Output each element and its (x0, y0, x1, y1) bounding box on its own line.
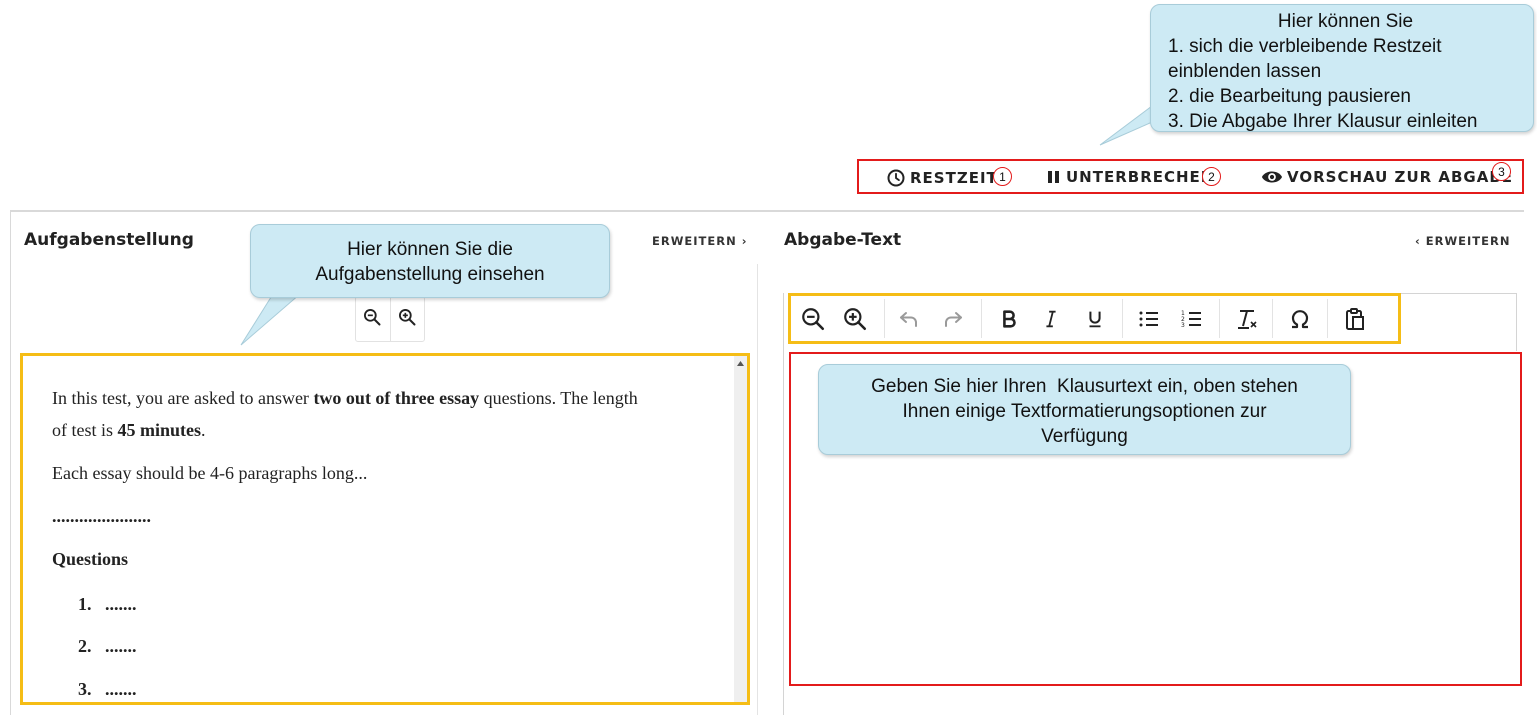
question-item: 2. ....... (78, 636, 137, 656)
paste-icon (1346, 308, 1364, 330)
top-callout: Hier können Sie 1. sich die verbleibende… (1150, 4, 1534, 132)
task-paragraph: Each essay should be 4-6 paragraphs long… (52, 463, 368, 483)
undo-icon (900, 312, 917, 327)
bullet-list-icon (1139, 311, 1158, 327)
top-callout-line: 2. die Bearbeitung pausieren (1168, 86, 1411, 107)
editor-top-border (1401, 293, 1517, 294)
toolbar-separator (1122, 299, 1123, 338)
formatting-toolbar: 1 2 3 (788, 293, 1401, 344)
bullet-list-button[interactable] (1135, 305, 1163, 333)
bold-icon (1003, 310, 1016, 328)
scroll-up-icon[interactable] (736, 360, 745, 367)
callout-number-badge: 3 (1492, 162, 1511, 181)
task-zoom-out-button[interactable] (362, 307, 384, 329)
restzeit-label: RESTZEIT (910, 169, 998, 187)
left-expand-button[interactable]: ERWEITERN › (652, 234, 747, 248)
italic-button[interactable] (1037, 305, 1065, 333)
panels-top-divider (10, 210, 1524, 212)
top-callout-line: 3. Die Abgabe Ihrer Klausur einleiten (1168, 111, 1478, 132)
redo-button[interactable] (939, 305, 967, 333)
toolbar-separator (1272, 299, 1273, 338)
task-zoom-in-button[interactable] (397, 307, 419, 329)
editor-callout-line: Geben Sie hier Ihren Klausurtext ein, ob… (871, 376, 1298, 397)
toolbar-separator (1219, 299, 1220, 338)
underline-icon (1089, 311, 1101, 328)
italic-icon (1046, 310, 1056, 328)
editor-left-border (783, 293, 784, 715)
callout-number-badge: 2 (1202, 167, 1221, 186)
toolbar-separator (1327, 299, 1328, 338)
restzeit-button[interactable]: RESTZEIT (886, 168, 998, 188)
toolbar-separator (884, 299, 885, 338)
vorschau-zur-abgabe-button[interactable]: VORSCHAU ZUR ABGABE (1261, 168, 1513, 186)
question-item: 1. ....... (78, 594, 137, 614)
left-callout: Hier können Sie die Aufgabenstellung ein… (250, 224, 610, 298)
task-zoom-controls (355, 296, 425, 342)
paste-button[interactable] (1341, 305, 1369, 333)
editor-callout-line: Verfügung (1041, 426, 1128, 447)
toolbar-separator (981, 299, 982, 338)
exam-actions-toolbar: RESTZEIT 1 UNTERBRECHEN 2 VORSCHAU ZUR A… (857, 159, 1524, 194)
top-callout-line: einblenden lassen (1168, 61, 1322, 82)
left-panel-border (10, 211, 11, 715)
unterbrechen-label: UNTERBRECHEN (1066, 168, 1215, 186)
numbered-list-icon: 1 2 3 (1181, 310, 1201, 329)
special-character-button[interactable] (1286, 305, 1314, 333)
redo-icon (945, 312, 962, 327)
pause-icon (1048, 171, 1059, 183)
omega-icon (1291, 310, 1309, 329)
clear-format-button[interactable] (1233, 305, 1261, 333)
questions-heading: Questions (52, 549, 129, 569)
left-callout-line: Aufgabenstellung einsehen (315, 264, 545, 285)
task-dots: ...................... (52, 506, 151, 526)
question-item: 3. ....... (78, 679, 137, 699)
numbered-list-button[interactable]: 1 2 3 (1178, 305, 1206, 333)
bold-button[interactable] (995, 305, 1023, 333)
editor-zoom-in-button[interactable] (841, 305, 869, 333)
underline-button[interactable] (1081, 305, 1109, 333)
undo-button[interactable] (895, 305, 923, 333)
left-callout-line: Hier können Sie die (347, 239, 513, 260)
editor-callout: Geben Sie hier Ihren Klausurtext ein, ob… (818, 364, 1351, 455)
right-panel-title: Abgabe-Text (784, 230, 902, 250)
panel-separator (757, 264, 758, 715)
vorschau-label: VORSCHAU ZUR ABGABE (1287, 168, 1514, 186)
zoom-in-icon (399, 309, 416, 326)
task-paragraph: of test is 45 minutes. (52, 420, 206, 440)
task-scrollbar-track[interactable] (734, 356, 747, 702)
left-panel-title: Aufgabenstellung (24, 230, 194, 250)
zoom-divider (390, 297, 391, 341)
eye-icon (1261, 171, 1283, 183)
zoom-out-icon (802, 308, 825, 331)
callout-number-badge: 1 (993, 167, 1012, 186)
task-paragraph: In this test, you are asked to answer tw… (52, 388, 638, 408)
unterbrechen-button[interactable]: UNTERBRECHEN (1046, 168, 1214, 186)
clock-icon (887, 169, 905, 187)
top-callout-line: 1. sich die verbleibende Restzeit (1168, 36, 1442, 57)
editor-right-border (1516, 293, 1517, 351)
zoom-out-icon (364, 309, 381, 326)
zoom-in-icon (844, 308, 867, 331)
task-description: In this test, you are asked to answer tw… (20, 353, 750, 705)
editor-zoom-out-button[interactable] (799, 305, 827, 333)
svg-text:3: 3 (1181, 322, 1185, 329)
left-callout-tail (240, 293, 302, 346)
editor-callout-line: Ihnen einige Textformatierungsoptionen z… (902, 401, 1267, 422)
right-expand-button[interactable]: ‹ ERWEITERN (1415, 234, 1510, 248)
clear-format-icon (1238, 310, 1257, 329)
top-callout-title: Hier können Sie (1277, 11, 1414, 32)
